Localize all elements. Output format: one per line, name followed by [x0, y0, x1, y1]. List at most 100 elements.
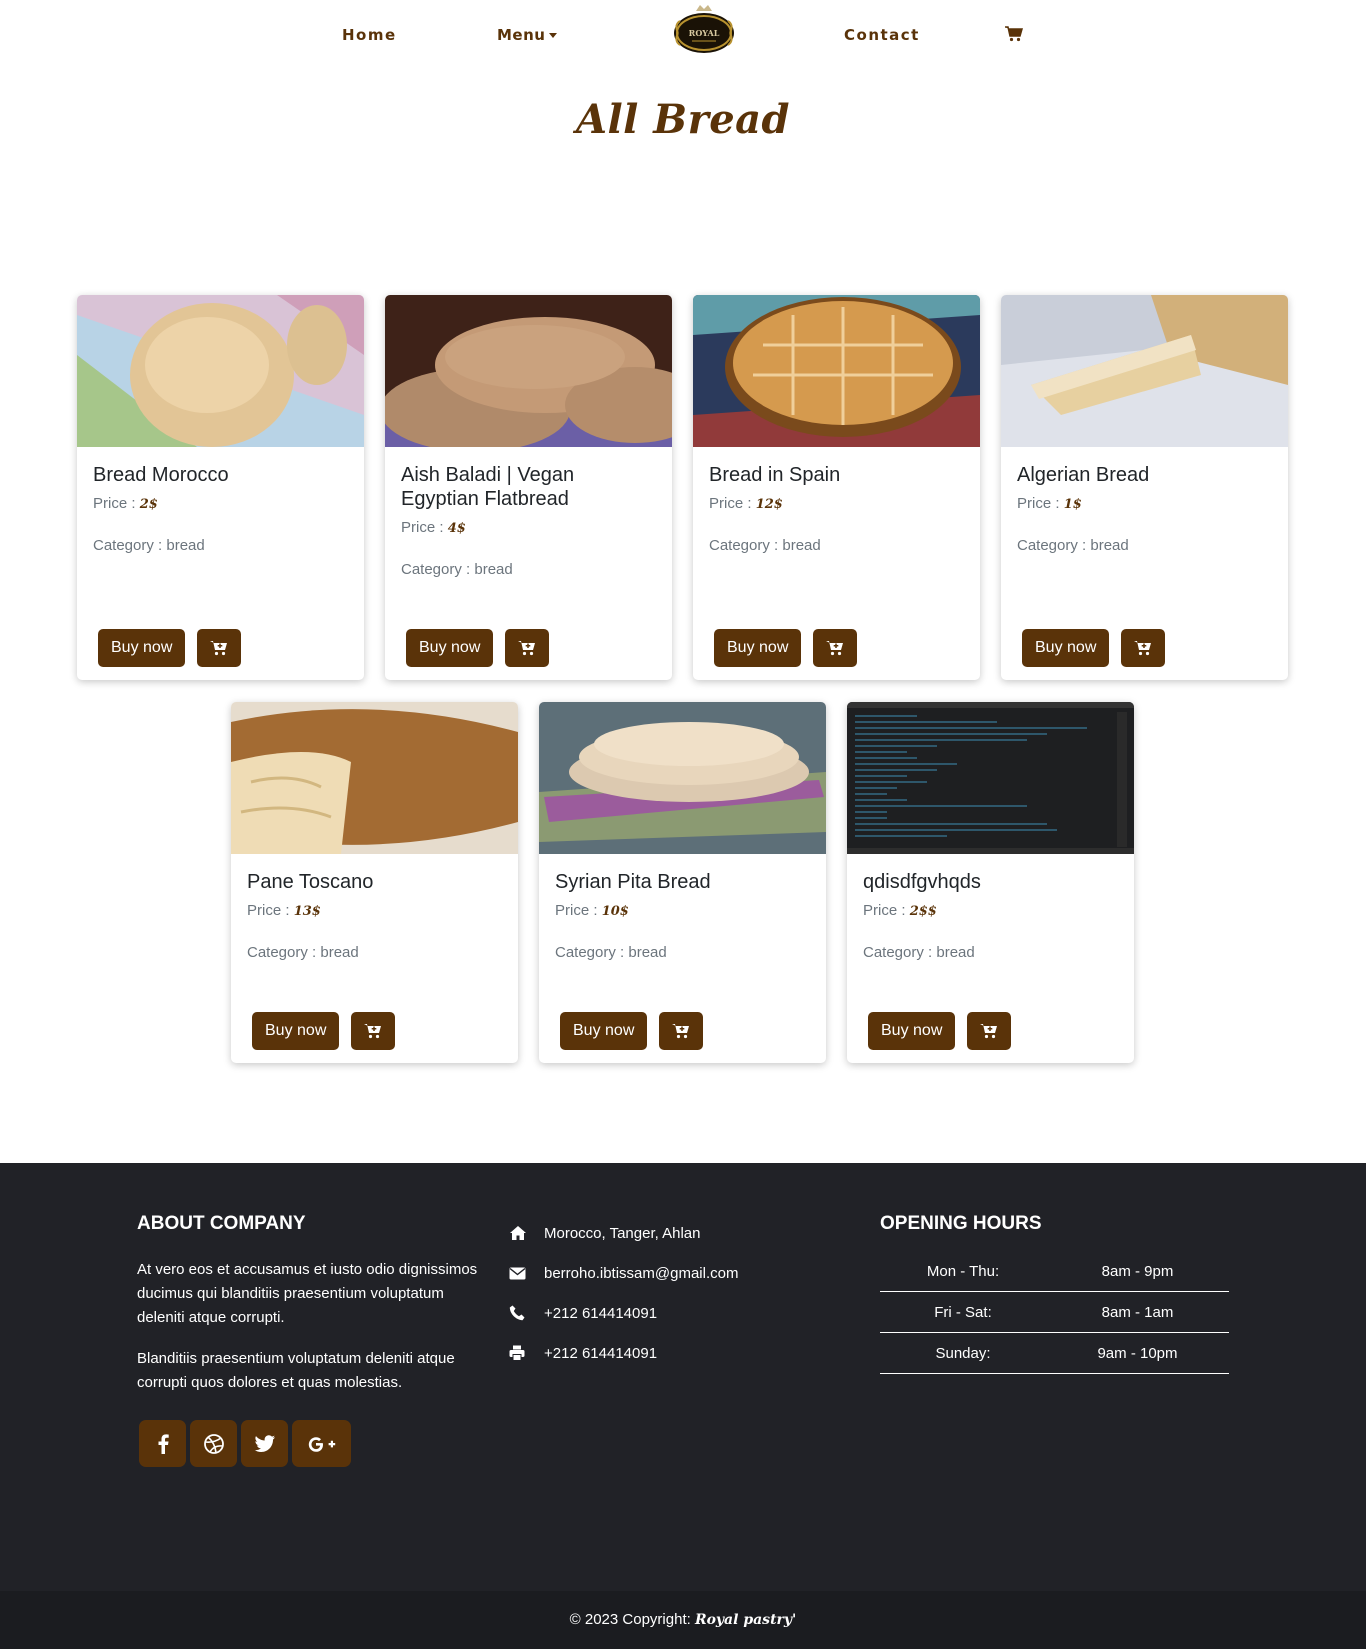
royal-logo[interactable]: ROYAL	[672, 3, 736, 57]
product-price-row: Price : 4$	[401, 518, 656, 539]
product-card: Bread in Spain Price : 12$ Category : br…	[693, 295, 980, 680]
category-label: Category :	[709, 537, 783, 554]
product-price-row: Price : 13$	[247, 901, 502, 922]
nav-menu-label: Menu	[497, 26, 546, 44]
product-image	[231, 702, 518, 854]
facebook-icon[interactable]	[139, 1420, 186, 1467]
cart-icon[interactable]	[1005, 26, 1025, 44]
dribbble-icon[interactable]	[190, 1420, 237, 1467]
hours-row: Mon - Thu: 8am - 9pm	[880, 1251, 1229, 1292]
product-category-row: Category : bread	[1017, 536, 1272, 556]
site-footer: ABOUT COMPANY At vero eos et accusamus e…	[0, 1163, 1366, 1591]
hours-day: Mon - Thu:	[926, 1262, 1000, 1280]
product-image	[847, 702, 1134, 854]
contact-fax-text: +212 614414091	[544, 1344, 658, 1362]
product-price-row: Price : 10$	[555, 901, 810, 922]
nav-home-link[interactable]: Home	[342, 26, 397, 44]
nav-menu-dropdown[interactable]: Menu	[497, 26, 558, 44]
product-card: Pane Toscano Price : 13$ Category : brea…	[231, 702, 518, 1063]
product-price-row: Price : 2$	[93, 494, 348, 515]
buy-now-button[interactable]: Buy now	[252, 1012, 340, 1050]
buy-now-button[interactable]: Buy now	[560, 1012, 648, 1050]
product-price-row: Price : 12$	[709, 494, 964, 515]
twitter-icon[interactable]	[241, 1420, 288, 1467]
nav-contact-link[interactable]: Contact	[844, 26, 920, 44]
hours-day: Sunday:	[935, 1344, 991, 1362]
hours-time: 8am - 9pm	[1101, 1262, 1174, 1280]
product-card: Aish Baladi | Vegan Egyptian Flatbread P…	[385, 295, 672, 680]
category-label: Category :	[247, 944, 321, 961]
add-to-cart-button[interactable]	[505, 629, 550, 667]
add-to-cart-button[interactable]	[351, 1012, 396, 1050]
product-price-row: Price : 1$	[1017, 494, 1272, 515]
add-to-cart-button[interactable]	[967, 1012, 1012, 1050]
product-price: 2$$	[909, 904, 937, 919]
about-paragraph-1: At vero eos et accusamus et iusto odio d…	[137, 1261, 478, 1326]
google-plus-icon[interactable]	[292, 1420, 351, 1467]
buy-now-button[interactable]: Buy now	[98, 629, 186, 667]
copyright-brand[interactable]: Royal pastry'	[695, 1612, 796, 1628]
cart-plus-icon	[1134, 641, 1152, 656]
product-category: bread	[166, 537, 205, 554]
add-to-cart-button[interactable]	[659, 1012, 704, 1050]
product-image	[693, 295, 980, 447]
hours-row: Fri - Sat: 8am - 1am	[880, 1292, 1229, 1333]
cart-plus-icon	[980, 1024, 998, 1039]
copyright-text: © 2023 Copyright:	[569, 1611, 695, 1628]
product-price: 4$	[447, 521, 466, 536]
product-card: qdisdfgvhqds Price : 2$$ Category : brea…	[847, 702, 1134, 1063]
print-icon	[509, 1345, 544, 1361]
product-image	[385, 295, 672, 447]
home-icon	[509, 1225, 544, 1241]
contact-email: berroho.ibtissam@gmail.com	[509, 1253, 738, 1293]
product-name: qdisdfgvhqds	[863, 871, 981, 893]
product-category: bread	[474, 561, 513, 578]
product-category-row: Category : bread	[709, 536, 964, 556]
top-nav: Home Menu ROYAL Contact	[0, 0, 1366, 72]
hours-day: Fri - Sat:	[934, 1303, 992, 1321]
buy-now-button[interactable]: Buy now	[714, 629, 802, 667]
cart-plus-icon	[364, 1024, 382, 1039]
product-price-row: Price : 2$$	[863, 901, 1118, 922]
product-name: Pane Toscano	[247, 871, 374, 893]
buy-now-button[interactable]: Buy now	[868, 1012, 956, 1050]
add-to-cart-button[interactable]	[1121, 629, 1166, 667]
contact-email-text[interactable]: berroho.ibtissam@gmail.com	[544, 1265, 738, 1282]
about-company-title: ABOUT COMPANY	[137, 1213, 306, 1234]
add-to-cart-button[interactable]	[813, 629, 858, 667]
product-name: Algerian Bread	[1017, 464, 1150, 486]
price-label: Price :	[93, 495, 140, 512]
cart-plus-icon	[518, 641, 536, 656]
buy-now-button[interactable]: Buy now	[1022, 629, 1110, 667]
product-category-row: Category : bread	[247, 943, 502, 963]
product-card: Syrian Pita Bread Price : 10$ Category :…	[539, 702, 826, 1063]
product-category-row: Category : bread	[401, 560, 656, 580]
product-category: bread	[1090, 537, 1129, 554]
hours-time: 9am - 10pm	[1097, 1344, 1178, 1362]
buy-now-button[interactable]: Buy now	[406, 629, 494, 667]
product-price: 12$	[755, 497, 783, 512]
opening-hours-table: Mon - Thu: 8am - 9pm Fri - Sat: 8am - 1am …	[880, 1251, 1229, 1374]
about-paragraph-2: Blanditiis praesentium voluptatum deleni…	[137, 1350, 455, 1391]
category-label: Category :	[863, 944, 937, 961]
product-category-row: Category : bread	[93, 536, 348, 556]
add-to-cart-button[interactable]	[197, 629, 242, 667]
product-name: Syrian Pita Bread	[555, 871, 711, 893]
product-price: 2$	[139, 497, 158, 512]
category-label: Category :	[93, 537, 167, 554]
product-image	[539, 702, 826, 854]
product-category: bread	[782, 537, 821, 554]
contact-phone: +212 614414091	[509, 1293, 738, 1333]
contact-fax: +212 614414091	[509, 1333, 738, 1373]
cart-plus-icon	[210, 641, 228, 656]
category-label: Category :	[401, 561, 475, 578]
price-label: Price :	[247, 902, 294, 919]
product-name: Bread Morocco	[93, 464, 229, 486]
product-name: Bread in Spain	[709, 464, 841, 486]
contact-address-text: Morocco, Tanger, Ahlan	[544, 1224, 701, 1242]
product-name: Aish Baladi | Vegan Egyptian Flatbread	[401, 464, 575, 510]
copyright-bar: © 2023 Copyright: Royal pastry'	[0, 1591, 1366, 1649]
product-image	[77, 295, 364, 447]
price-label: Price :	[863, 902, 910, 919]
phone-icon	[509, 1305, 544, 1321]
